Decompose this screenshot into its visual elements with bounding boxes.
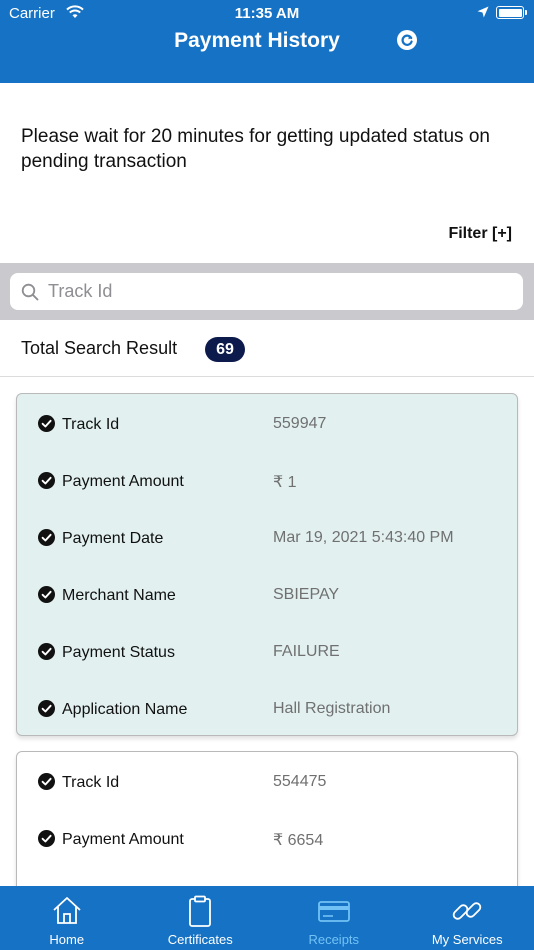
link-icon: [453, 902, 482, 920]
divider: [0, 376, 534, 377]
status-time: 11:35 AM: [234, 5, 300, 22]
tab-my-services[interactable]: My Services: [401, 886, 534, 950]
filter-button[interactable]: Filter [+]: [448, 225, 512, 243]
payment-card[interactable]: Track Id 559947 Payment Amount ₹ 1 Payme…: [16, 393, 518, 736]
detail-label: Payment Amount: [62, 473, 184, 490]
status-bar: Carrier 11:35 AM: [0, 0, 534, 28]
detail-row: Payment Date Mar 19, 2021 5:43:40 PM: [17, 526, 517, 556]
detail-row: Track Id 554475: [17, 770, 517, 800]
location-arrow-icon: [477, 6, 489, 18]
check-circle-icon: [38, 472, 55, 489]
detail-label: Application Name: [62, 701, 188, 718]
detail-row: Merchant Name SBIEPAY: [17, 583, 517, 613]
detail-value: SBIEPAY: [273, 586, 340, 603]
detail-label: Track Id: [62, 416, 120, 433]
tab-certificates[interactable]: Certificates: [134, 886, 268, 950]
search-input[interactable]: [48, 277, 508, 306]
battery-icon: [496, 6, 527, 19]
tab-receipts[interactable]: Receipts: [267, 886, 401, 950]
detail-row: Payment Amount ₹ 1: [17, 469, 517, 499]
detail-value: 559947: [273, 415, 327, 432]
app-header: Carrier 11:35 AM Payment History: [0, 0, 534, 83]
check-circle-icon: [38, 830, 55, 847]
tab-label: Certificates: [167, 932, 233, 947]
detail-label: Payment Date: [62, 530, 164, 547]
detail-label: Payment Status: [62, 644, 175, 661]
detail-row: Payment Amount ₹ 6654: [17, 827, 517, 857]
clipboard-icon: [189, 895, 212, 927]
page-title: Payment History: [174, 29, 340, 52]
detail-value: Hall Registration: [273, 700, 391, 717]
check-circle-icon: [38, 773, 55, 790]
detail-value: ₹ 6654: [273, 832, 324, 849]
pending-notice: Please wait for 20 minutes for getting u…: [21, 126, 490, 172]
detail-row: Payment Status FAILURE: [17, 640, 517, 670]
home-icon: [53, 897, 81, 924]
detail-label: Payment Amount: [62, 831, 184, 848]
detail-label: Track Id: [62, 774, 120, 791]
check-circle-icon: [38, 700, 55, 717]
refresh-icon[interactable]: [396, 29, 418, 51]
total-search-result-label: Total Search Result: [21, 338, 178, 358]
detail-row: Application Name Hall Registration: [17, 697, 517, 727]
detail-label: Merchant Name: [62, 587, 176, 604]
check-circle-icon: [38, 586, 55, 603]
detail-value: ₹ 1: [273, 474, 297, 491]
search-box[interactable]: [10, 273, 523, 310]
check-circle-icon: [38, 529, 55, 546]
tab-label: Home: [49, 932, 85, 947]
tab-label: Receipts: [308, 932, 360, 947]
check-circle-icon: [38, 643, 55, 660]
tab-bar: Home Certificates Receipts My Services: [0, 886, 534, 950]
tab-home[interactable]: Home: [0, 886, 134, 950]
card-icon: [317, 901, 350, 922]
detail-row: Track Id 559947: [17, 412, 517, 442]
detail-value: 554475: [273, 773, 327, 790]
search-icon: [21, 283, 39, 301]
detail-value: Mar 19, 2021 5:43:40 PM: [273, 529, 454, 546]
detail-value: FAILURE: [273, 643, 340, 660]
result-count-badge: 69: [205, 337, 245, 362]
tab-label: My Services: [431, 932, 503, 947]
search-bar: [0, 263, 534, 320]
check-circle-icon: [38, 415, 55, 432]
